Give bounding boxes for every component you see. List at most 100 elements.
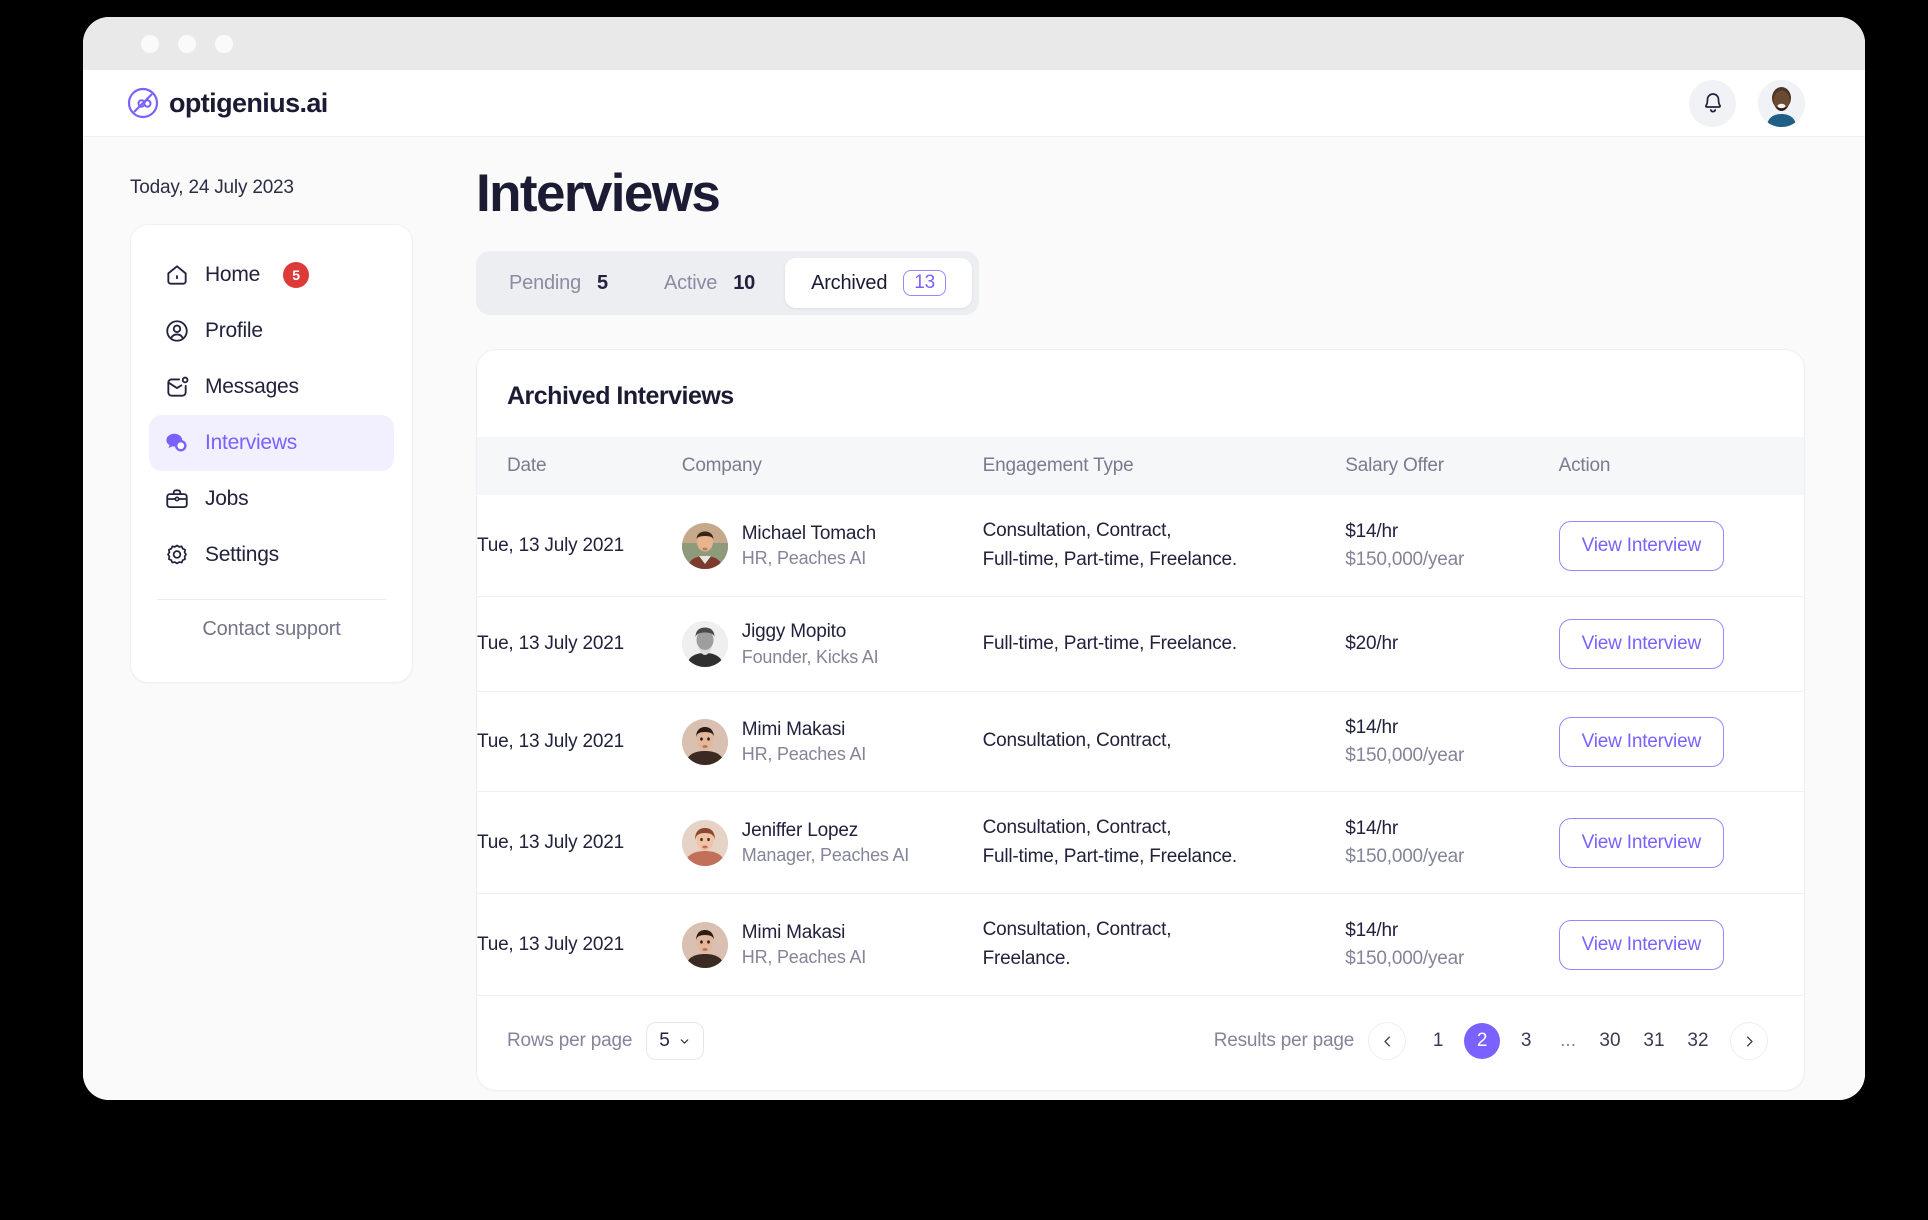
company-contact-name: Mimi Makasi <box>741 921 846 943</box>
sidebar-item-jobs[interactable]: Jobs <box>149 471 394 527</box>
view-interview-button[interactable]: View Interview <box>1558 520 1724 571</box>
avatar <box>681 718 728 765</box>
cell-salary: $14/hr $150,000/year <box>1345 691 1559 793</box>
engagement-line: Consultation, Contract, <box>982 520 1172 541</box>
window-minimize-button[interactable] <box>178 34 196 53</box>
avatar-image <box>1758 79 1805 127</box>
table-header-row: Date Company Engagement Type Salary Offe… <box>477 437 1804 495</box>
cell-engagement: Consultation, Contract, <box>982 691 1346 793</box>
tab-pending[interactable]: Pending 5 <box>483 258 634 308</box>
cell-engagement: Consultation, Contract, Freelance. <box>982 893 1346 997</box>
tab-active[interactable]: Active 10 <box>638 258 781 308</box>
sidebar-item-home[interactable]: Home 5 <box>149 247 394 303</box>
avatar-image <box>681 921 728 968</box>
sidebar-item-settings[interactable]: Settings <box>149 527 394 583</box>
chevron-right-icon <box>1746 1036 1753 1047</box>
table-row: Tue, 13 July 2021 <box>477 691 1804 793</box>
cell-action: View Interview <box>1558 596 1804 692</box>
avatar <box>681 921 728 968</box>
settings-icon <box>163 542 190 569</box>
chevron-left-icon <box>1384 1036 1390 1047</box>
archived-interviews-card: Archived Interviews Date Company Engagem… <box>476 349 1805 1092</box>
cell-engagement: Full-time, Part-time, Freelance. <box>982 596 1346 692</box>
avatar-image <box>681 819 728 866</box>
table-row: Tue, 13 July 2021 <box>477 596 1804 692</box>
cell-salary: $20/hr <box>1345 596 1559 692</box>
view-interview-button[interactable]: View Interview <box>1558 919 1724 970</box>
brand-logo[interactable]: optigenius.ai <box>127 87 328 119</box>
home-badge: 5 <box>283 262 310 288</box>
salary-yearly: $150,000/year <box>1345 548 1465 570</box>
pagination-prev-button[interactable] <box>1368 1022 1407 1061</box>
infinity-logo-icon <box>127 87 159 119</box>
profile-icon <box>163 318 190 345</box>
sidebar-item-messages[interactable]: Messages <box>149 359 394 415</box>
company-contact-role: HR, Peaches AI <box>741 548 867 569</box>
company-contact-name: Jiggy Mopito <box>741 621 847 643</box>
tab-count: 5 <box>597 271 608 294</box>
company-contact-role: HR, Peaches AI <box>741 947 867 968</box>
cell-action: View Interview <box>1558 893 1804 997</box>
cell-date: Tue, 13 July 2021 <box>477 596 682 692</box>
sidebar-item-label: Home <box>205 263 261 286</box>
avatar <box>681 621 728 667</box>
column-header-engagement: Engagement Type <box>982 437 1346 495</box>
brand-name: optigenius.ai <box>169 87 328 118</box>
tab-count: 10 <box>733 271 756 294</box>
cell-action: View Interview <box>1558 495 1804 597</box>
view-interview-button[interactable]: View Interview <box>1558 619 1724 669</box>
company-contact-role: Manager, Peaches AI <box>741 845 910 866</box>
engagement-line: Full-time, Part-time, Freelance. <box>982 845 1238 867</box>
pagination-page-2[interactable]: 2 <box>1464 1023 1501 1060</box>
pagination-controls: Results per page 1 2 3 ... 30 31 32 <box>1214 1022 1774 1061</box>
sidebar-item-profile[interactable]: Profile <box>149 303 394 359</box>
notifications-button[interactable] <box>1689 79 1736 127</box>
pagination-page-30[interactable]: 30 <box>1592 1023 1628 1059</box>
rows-per-page-select[interactable]: 5 <box>646 1022 704 1061</box>
salary-hourly: $14/hr <box>1345 520 1398 542</box>
tab-count: 13 <box>903 270 947 296</box>
window-close-button[interactable] <box>141 34 159 53</box>
pagination-page-1[interactable]: 1 <box>1420 1023 1456 1059</box>
column-header-company: Company <box>681 437 983 495</box>
table-body: Tue, 13 July 2021 Michael Tomach HR, Pea… <box>477 495 1804 997</box>
table-row: Tue, 13 July 2021 <box>477 495 1804 597</box>
interview-status-tabs: Pending 5 Active 10 Archived 13 <box>476 251 980 315</box>
engagement-line: Consultation, Contract, <box>982 817 1172 839</box>
cell-date: Tue, 13 July 2021 <box>477 495 682 597</box>
pagination-next-button[interactable] <box>1730 1022 1768 1061</box>
app-body: Today, 24 July 2023 Home 5 Profile Messa… <box>83 137 1865 1100</box>
tab-archived[interactable]: Archived 13 <box>785 258 973 308</box>
avatar-image <box>681 522 728 569</box>
engagement-line: Freelance. <box>982 947 1071 969</box>
engagement-line: Full-time, Part-time, Freelance. <box>982 632 1238 654</box>
window-maximize-button[interactable] <box>215 34 233 53</box>
company-contact-role: HR, Peaches AI <box>741 744 867 765</box>
home-icon <box>163 262 190 289</box>
pagination-page-31[interactable]: 31 <box>1636 1023 1672 1059</box>
cell-company: Jiggy Mopito Founder, Kicks AI <box>681 596 983 692</box>
avatar <box>681 522 728 569</box>
cell-company: Michael Tomach HR, Peaches AI <box>681 495 983 597</box>
card-title: Archived Interviews <box>507 382 734 410</box>
contact-support-link[interactable]: Contact support <box>149 600 394 658</box>
cell-date: Tue, 13 July 2021 <box>477 791 682 895</box>
pagination-page-3[interactable]: 3 <box>1508 1023 1544 1059</box>
company-contact-name: Jeniffer Lopez <box>741 819 859 841</box>
engagement-line: Consultation, Contract, <box>982 730 1172 752</box>
cell-action: View Interview <box>1558 791 1804 895</box>
cell-salary: $14/hr $150,000/year <box>1345 893 1559 997</box>
cell-salary: $14/hr $150,000/year <box>1345 791 1559 895</box>
cell-date: Tue, 13 July 2021 <box>477 691 682 793</box>
company-contact-role: Founder, Kicks AI <box>741 646 879 667</box>
view-interview-button[interactable]: View Interview <box>1558 716 1724 767</box>
tab-label: Pending <box>509 271 581 294</box>
page-title: Interviews <box>476 164 721 223</box>
view-interview-button[interactable]: View Interview <box>1558 817 1724 868</box>
pagination-bar: Rows per page 5 Results per page 1 2 3 .… <box>477 996 1804 1090</box>
pagination-page-32[interactable]: 32 <box>1680 1023 1716 1059</box>
user-avatar[interactable] <box>1758 79 1805 127</box>
cell-company: Jeniffer Lopez Manager, Peaches AI <box>681 791 983 895</box>
salary-yearly: $150,000/year <box>1345 947 1465 969</box>
sidebar-item-interviews[interactable]: Interviews <box>149 415 394 471</box>
